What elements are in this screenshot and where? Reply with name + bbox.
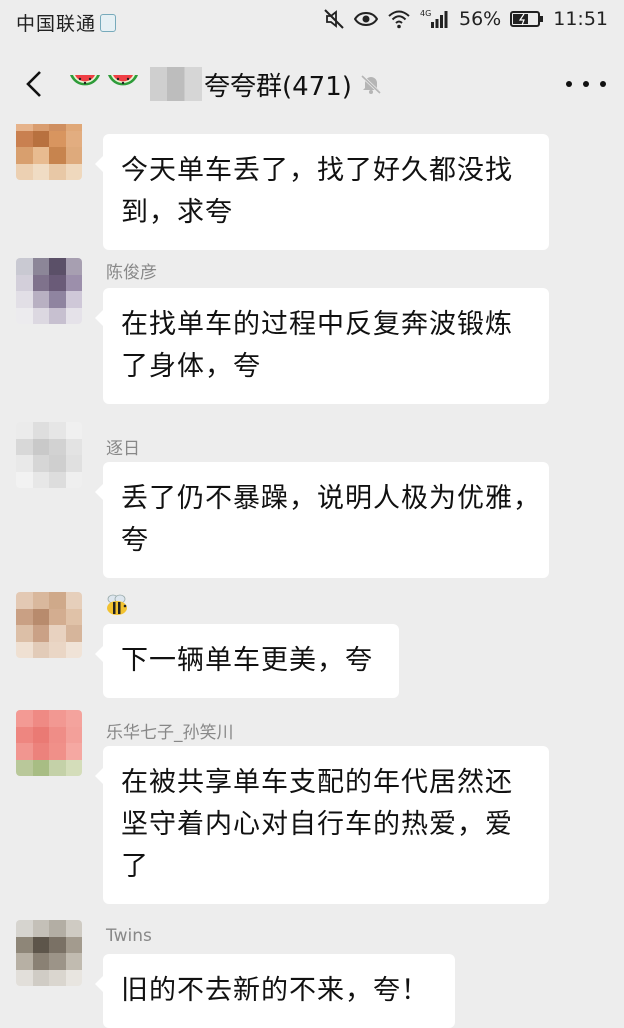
- bee-icon: [107, 594, 127, 615]
- chat-message: Twins 旧的不去新的不来，夸！: [0, 920, 624, 1028]
- blurred-title-prefix: [150, 67, 202, 101]
- signal-type-label: 4G: [420, 9, 431, 18]
- message-text-line: 今天单车丢了，找了好久都没找: [121, 155, 513, 186]
- message-bubble[interactable]: 在找单车的过程中反复奔波锻炼 了身体，夸: [95, 288, 549, 404]
- chat-message: 下一辆单车更美，夸: [0, 592, 624, 702]
- message-bubble[interactable]: 旧的不去新的不来，夸！: [95, 954, 455, 1028]
- carrier-name: 中国联通: [16, 13, 97, 35]
- message-text-line: 了: [121, 851, 149, 882]
- avatar[interactable]: [16, 258, 82, 324]
- eye-comfort-icon: [354, 12, 378, 26]
- watermelon-icon: [108, 75, 138, 86]
- message-text-line: 旧的不去新的不来，夸！: [121, 975, 429, 1006]
- more-dot-icon: [583, 81, 589, 87]
- message-text-line: 在被共享单车支配的年代居然还: [121, 767, 513, 798]
- message-text-line: 坚守着内心对自行车的热爱，爱: [121, 809, 513, 840]
- message-bubble[interactable]: 今天单车丢了，找了好久都没找 到，求夸: [95, 134, 549, 250]
- avatar[interactable]: [16, 592, 82, 658]
- sender-name: 逐日: [106, 439, 140, 459]
- message-bubble[interactable]: 下一辆单车更美，夸: [95, 624, 399, 698]
- message-text-line: 下一辆单车更美，夸: [121, 645, 373, 676]
- more-options-button[interactable]: [566, 72, 606, 96]
- group-title: 夸夸群(471): [204, 71, 352, 102]
- avatar[interactable]: [16, 710, 82, 776]
- message-text-line: 夸: [121, 525, 149, 556]
- wifi-icon: [388, 10, 410, 29]
- message-text-line: 在找单车的过程中反复奔波锻炼: [121, 309, 513, 340]
- more-dot-icon: [566, 81, 572, 87]
- status-bar: 中国联通 4G 56% 11:51: [0, 0, 624, 44]
- carrier-area: 中国联通: [16, 9, 117, 36]
- sender-name: Twins: [106, 926, 152, 946]
- chat-title: 夸夸群(471): [68, 64, 382, 104]
- avatar[interactable]: [16, 124, 82, 180]
- back-button[interactable]: [14, 62, 54, 106]
- chat-message: 乐华七子_孙笑川 在被共享单车支配的年代居然还 坚守着内心对自行车的热爱，爱 了: [0, 710, 624, 920]
- cellular-signal-icon: 4G: [420, 9, 448, 28]
- muted-bell-icon: [360, 74, 381, 95]
- chevron-left-icon: [26, 71, 41, 97]
- chat-message: 今天单车丢了，找了好久都没找 到，求夸: [0, 124, 624, 254]
- message-text-line: 丢了仍不暴躁，说明人极为优雅，: [121, 483, 541, 514]
- watermelon-icon: [70, 75, 100, 86]
- message-bubble[interactable]: 在被共享单车支配的年代居然还 坚守着内心对自行车的热爱，爱 了: [95, 746, 549, 904]
- more-dot-icon: [600, 81, 606, 87]
- chat-message: 逐日 丢了仍不暴躁，说明人极为优雅， 夸: [0, 422, 624, 582]
- avatar[interactable]: [16, 422, 82, 488]
- message-text-line: 到，求夸: [121, 197, 233, 228]
- sender-name: 乐华七子_孙笑川: [106, 723, 234, 743]
- message-bubble[interactable]: 丢了仍不暴躁，说明人极为优雅， 夸: [95, 462, 549, 578]
- status-icons: 4G 56% 11:51: [323, 8, 608, 30]
- avatar[interactable]: [16, 920, 82, 986]
- chat-title-bar: 夸夸群(471): [0, 44, 624, 124]
- message-text-line: 了身体，夸: [121, 351, 261, 382]
- sender-name: 陈俊彦: [106, 263, 157, 283]
- battery-icon: [510, 11, 544, 27]
- mute-vibrate-icon: [324, 9, 344, 29]
- chat-message-list[interactable]: 今天单车丢了，找了好久都没找 到，求夸 陈俊彦 在找单车的过程中反复奔波锻炼 了…: [0, 124, 624, 1028]
- chat-message: 陈俊彦 在找单车的过程中反复奔波锻炼 了身体，夸: [0, 258, 624, 418]
- battery-percent: 56%: [459, 8, 502, 30]
- sim-badge-icon: [100, 13, 117, 32]
- clock: 11:51: [553, 8, 608, 30]
